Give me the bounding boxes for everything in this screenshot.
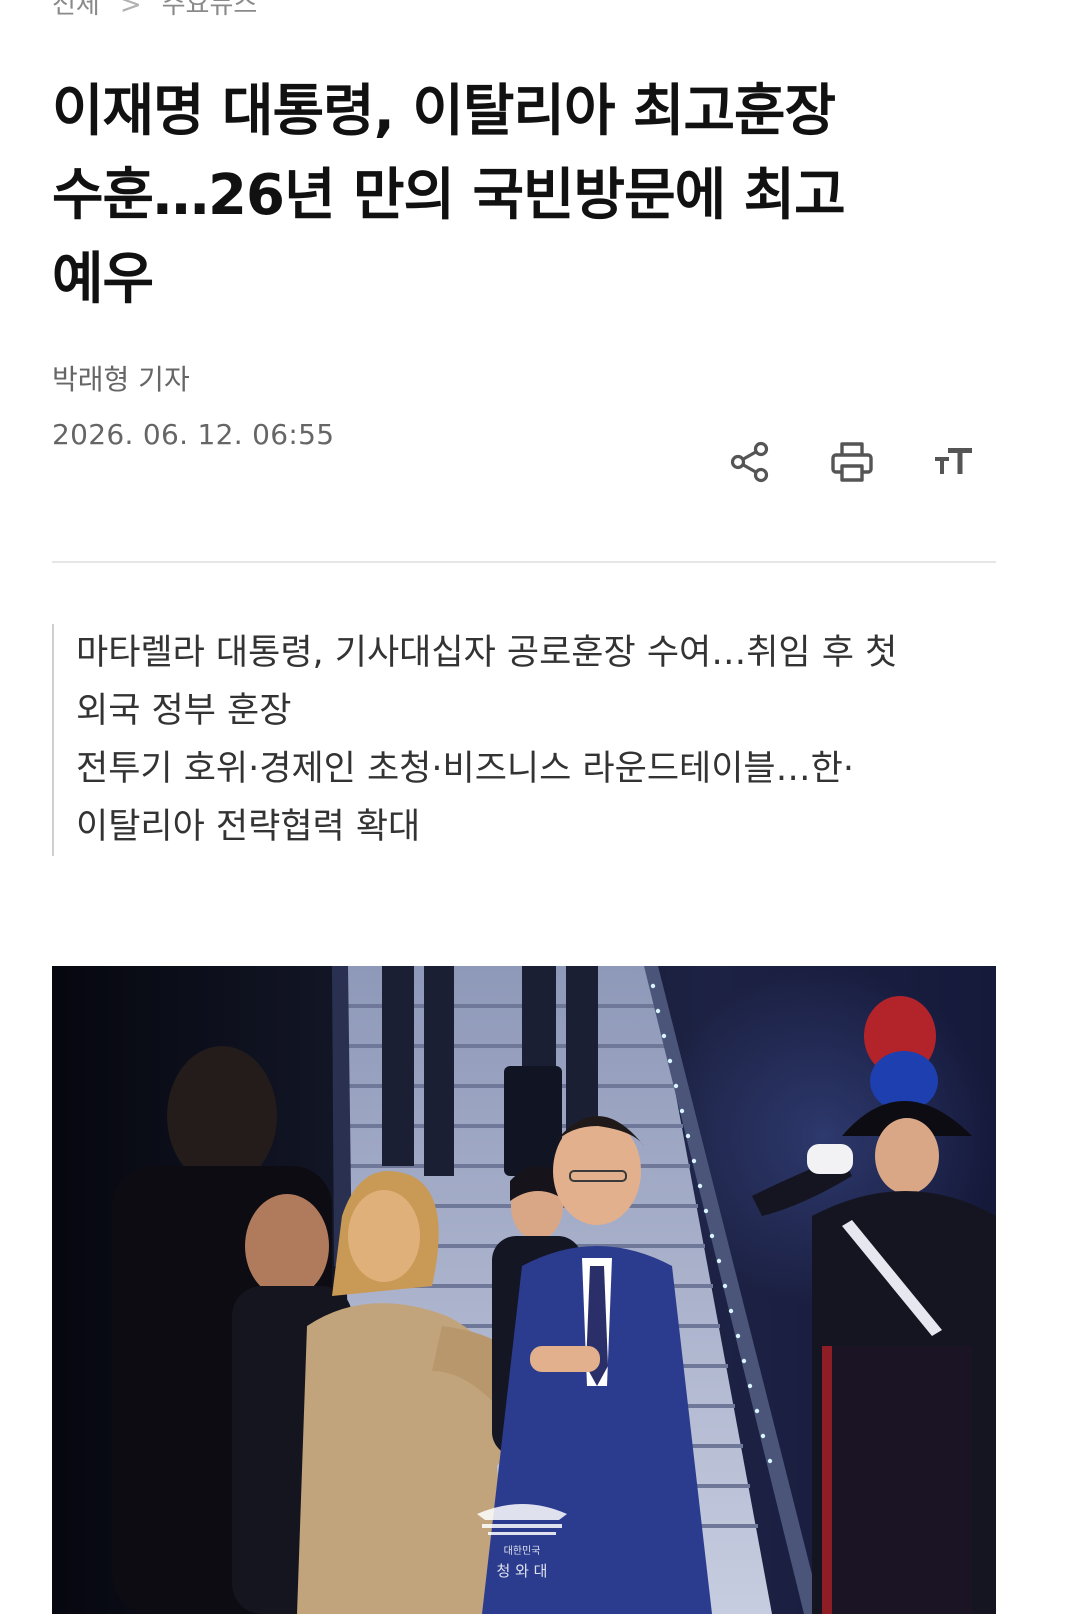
summary-line: 외국 정부 훈장 xyxy=(76,691,292,731)
print-icon xyxy=(831,442,873,482)
summary-line: 전투기 호위·경제인 초청·비즈니스 라운드테이블…한· xyxy=(76,749,854,789)
breadcrumb: 전체 > 주요뉴스 xyxy=(52,0,257,21)
font-size-icon xyxy=(935,448,972,474)
article-page: 전체 > 주요뉴스 이재명 대통령, 이탈리아 최고훈장 수훈…26년 만의 국빈방… xyxy=(0,0,1078,1614)
breadcrumb-item-all[interactable]: 전체 xyxy=(52,0,100,20)
headline-line: 예우 xyxy=(52,247,154,312)
watermark-subtitle: 대한민국 xyxy=(504,1545,541,1557)
share-button[interactable] xyxy=(720,432,780,492)
breadcrumb-item-top-news[interactable]: 주요뉴스 xyxy=(162,0,258,20)
summary-line: 이탈리아 전략협력 확대 xyxy=(76,807,421,847)
reporter-name[interactable]: 박래형 기자 xyxy=(52,358,190,398)
article-toolbar xyxy=(0,432,1078,492)
article-headline: 이재명 대통령, 이탈리아 최고훈장 수훈…26년 만의 국빈방문에 최고 예우 xyxy=(52,70,972,322)
article-photo[interactable]: 대한민국 청 와 대 xyxy=(52,966,996,1614)
header-divider xyxy=(52,561,996,563)
font-size-button[interactable] xyxy=(924,432,984,492)
watermark-text: 청 와 대 xyxy=(497,1562,548,1580)
share-icon xyxy=(730,441,769,483)
summary-line: 마타렐라 대통령, 기사대십자 공로훈장 수여…취임 후 첫 xyxy=(76,633,898,673)
headline-line: 이재명 대통령, 이탈리아 최고훈장 xyxy=(52,79,836,144)
article-summary: 마타렐라 대통령, 기사대십자 공로훈장 수여…취임 후 첫 외국 정부 훈장 … xyxy=(52,624,996,856)
photo-scene: 대한민국 청 와 대 xyxy=(52,966,996,1614)
print-button[interactable] xyxy=(822,432,882,492)
headline-line: 수훈…26년 만의 국빈방문에 최고 xyxy=(52,163,846,228)
breadcrumb-separator: > xyxy=(119,0,142,20)
